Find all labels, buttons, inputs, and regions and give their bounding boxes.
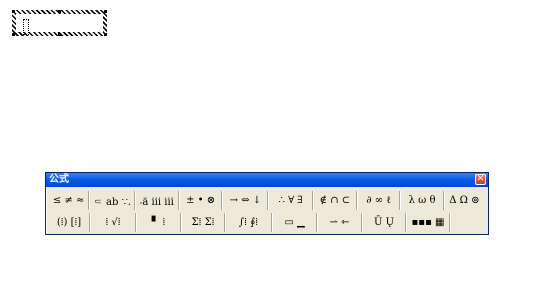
- resize-handle-bottom-right[interactable]: [104, 33, 107, 36]
- fraction-radical-templates-button[interactable]: ⁞ √⁞: [91, 213, 136, 232]
- empty-input-slot[interactable]: [23, 19, 29, 35]
- resize-handle-top[interactable]: [58, 10, 61, 13]
- products-set-theory-templates-button[interactable]: Ū Ų: [363, 213, 406, 232]
- logical-symbols-button[interactable]: ∴ ∀ ∃: [269, 191, 313, 210]
- arrow-symbols-button[interactable]: → ⇔ ↓: [223, 191, 269, 210]
- symbols-row: ≤ ≠ ≈ ⸦ ab ∵. ⸳ä ⅲ ⅲ ± • ⊗ → ⇔ ↓ ∴ ∀ ∃ ∉…: [49, 190, 485, 211]
- close-icon[interactable]: ✕: [475, 174, 486, 185]
- toolbar-title-bar[interactable]: 公式 ✕: [46, 173, 488, 187]
- toolbar-title: 公式: [49, 174, 69, 185]
- set-theory-symbols-button[interactable]: ∉ ∩ ⊂: [314, 191, 358, 210]
- embellishments-button[interactable]: ⸳ä ⅲ ⅲ: [136, 191, 179, 210]
- spaces-ellipses-button[interactable]: ⸦ ab ∵.: [90, 191, 135, 210]
- miscellaneous-symbols-button[interactable]: ∂ ∞ ℓ: [358, 191, 401, 210]
- equation-object-frame[interactable]: [12, 10, 107, 36]
- templates-row: (⁞) [⁞] ⁞ √⁞ ▘ ⁞ Σ⁞ Σ⁞ ∫⁞ ∮⁞ ▭ ▁ ⇀ ⇽ Ū Ų…: [49, 212, 485, 233]
- resize-handle-bottom-left[interactable]: [12, 33, 15, 36]
- fence-templates-button[interactable]: (⁞) [⁞]: [49, 213, 90, 232]
- toolbar-empty-area: [451, 213, 484, 232]
- page: 公式 ✕ ≤ ≠ ≈ ⸦ ab ∵. ⸳ä ⅲ ⅲ ± • ⊗ → ⇔ ↓ ∴ …: [0, 0, 552, 284]
- operator-symbols-button[interactable]: ± • ⊗: [180, 191, 223, 210]
- matrix-templates-button[interactable]: ▪▪▪ ▦: [407, 213, 450, 232]
- resize-handle-top-left[interactable]: [12, 10, 15, 13]
- relational-symbols-button[interactable]: ≤ ≠ ≈: [49, 191, 90, 210]
- resize-handle-bottom[interactable]: [58, 33, 61, 36]
- equation-editing-area[interactable]: [16, 14, 103, 35]
- greek-lowercase-button[interactable]: λ ω θ: [401, 191, 444, 210]
- resize-handle-top-right[interactable]: [104, 10, 107, 13]
- equation-toolbar-window[interactable]: 公式 ✕ ≤ ≠ ≈ ⸦ ab ∵. ⸳ä ⅲ ⅲ ± • ⊗ → ⇔ ↓ ∴ …: [45, 172, 489, 235]
- integral-templates-button[interactable]: ∫⁞ ∮⁞: [226, 213, 272, 232]
- labeled-arrow-templates-button[interactable]: ⇀ ⇽: [318, 213, 362, 232]
- subscript-superscript-templates-button[interactable]: ▘ ⁞: [137, 213, 181, 232]
- summation-templates-button[interactable]: Σ⁞ Σ⁞: [182, 213, 225, 232]
- underbar-overbar-templates-button[interactable]: ▭ ▁: [273, 213, 317, 232]
- greek-uppercase-button[interactable]: Δ Ω ⊚: [445, 191, 484, 210]
